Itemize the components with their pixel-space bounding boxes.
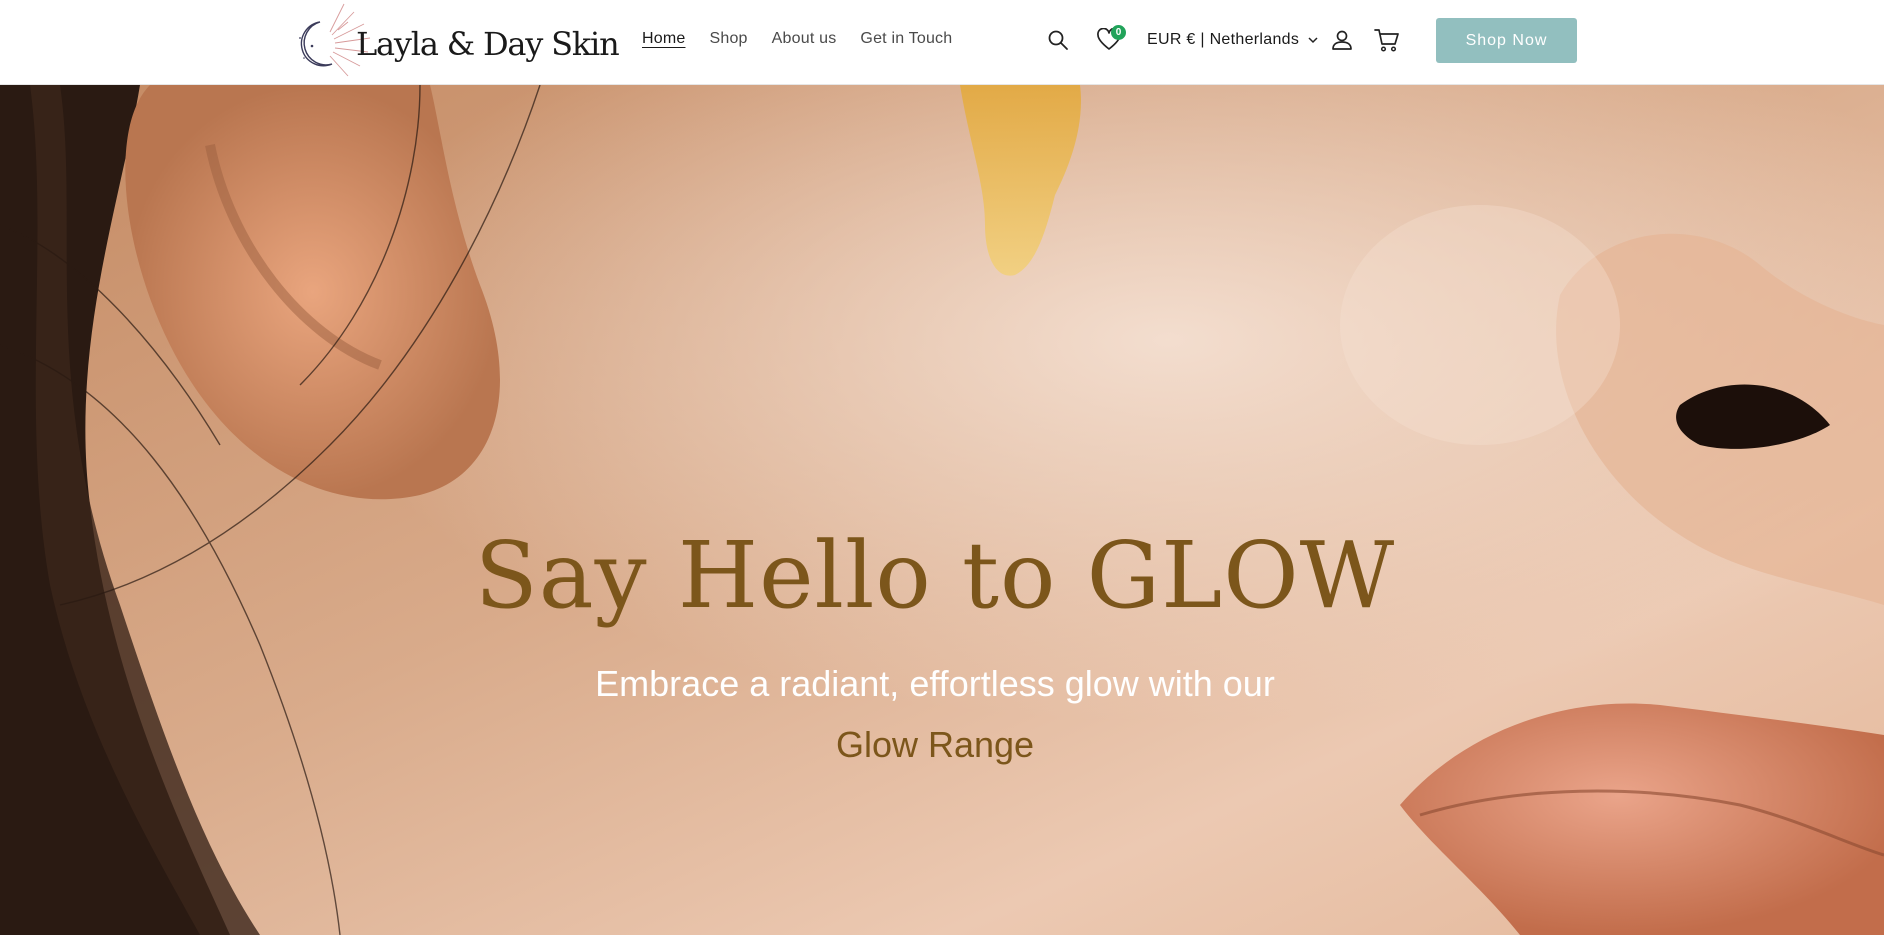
shop-now-button[interactable]: Shop Now xyxy=(1436,18,1577,63)
nav-get-in-touch[interactable]: Get in Touch xyxy=(860,30,952,48)
logo-text: Layla & Day Skin xyxy=(356,25,620,63)
hero-banner: Say Hello to GLOW Embrace a radiant, eff… xyxy=(0,85,1884,935)
currency-selector[interactable]: EUR € | Netherlands xyxy=(1147,31,1318,49)
nav-home[interactable]: Home xyxy=(642,30,685,48)
wishlist-count-badge: 0 xyxy=(1111,25,1126,40)
nav-about-us[interactable]: About us xyxy=(772,30,837,48)
user-icon[interactable] xyxy=(1330,28,1354,52)
main-nav: Home Shop About us Get in Touch xyxy=(642,30,976,48)
site-header: Layla & Day Skin Home Shop About us Get … xyxy=(0,0,1884,85)
nav-shop[interactable]: Shop xyxy=(709,30,747,48)
search-icon[interactable] xyxy=(1046,28,1070,52)
logo[interactable]: Layla & Day Skin xyxy=(282,2,620,80)
hero-subtitle: Embrace a radiant, effortless glow with … xyxy=(595,663,1275,704)
chevron-down-icon xyxy=(1308,36,1318,43)
hero-title: Say Hello to GLOW xyxy=(474,522,1396,629)
currency-label: EUR € | Netherlands xyxy=(1147,31,1300,48)
cart-icon[interactable] xyxy=(1374,27,1400,53)
hero-face-image xyxy=(0,85,1884,935)
hero-subtitle-highlight: Glow Range xyxy=(835,724,1035,765)
